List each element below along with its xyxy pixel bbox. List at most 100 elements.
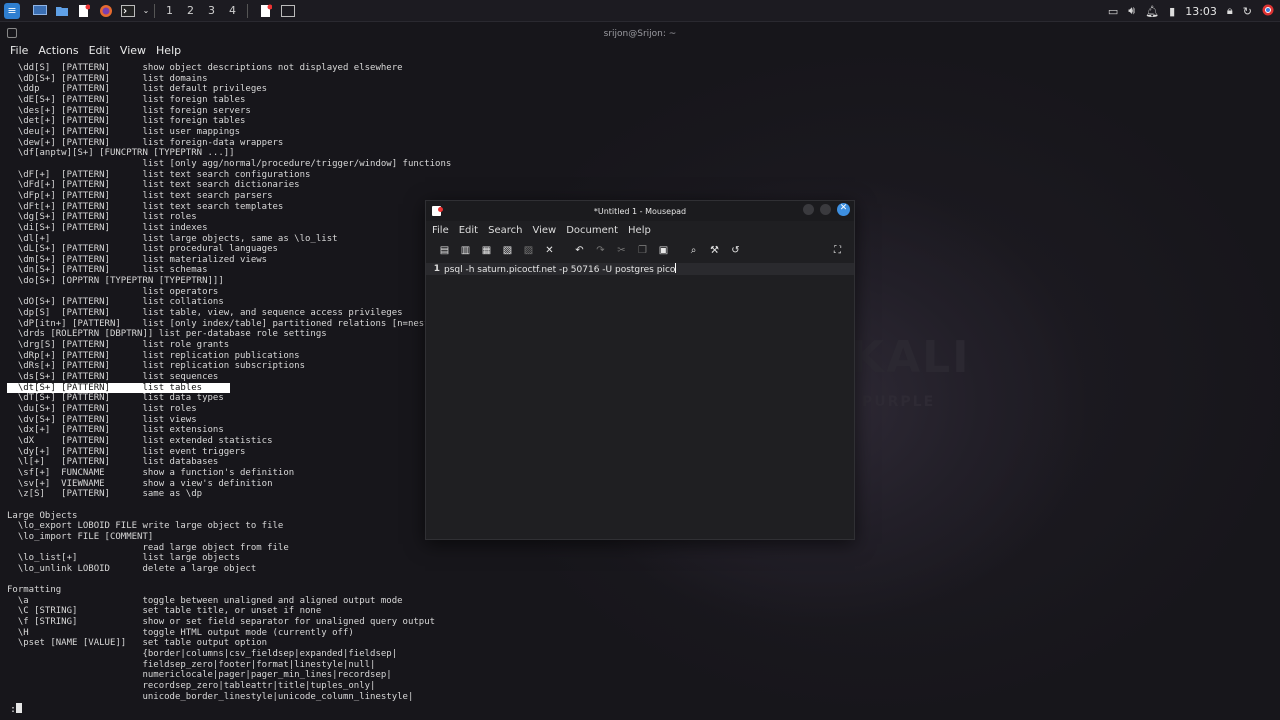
menu-file[interactable]: File [10, 44, 28, 60]
terminal-line: \pset [NAME [VALUE]] set table output op… [7, 638, 268, 649]
goto-line-icon[interactable]: ↺ [725, 242, 746, 258]
chevron-down-icon[interactable]: ⌄ [142, 3, 150, 19]
system-tray: ▭ 🔊︎ 🔔︎ ▮ 13:03 🔒︎ ↻ [1108, 0, 1274, 22]
editor-area[interactable]: 1 psql -h saturn.picoctf.net -p 50716 -U… [426, 261, 854, 531]
editor-text[interactable]: psql -h saturn.picoctf.net -p 50716 -U p… [442, 263, 677, 275]
panel-separator [247, 3, 248, 18]
open-file-icon[interactable]: ▦ [476, 242, 497, 258]
taskbar-terminal-icon[interactable] [280, 3, 296, 19]
battery-icon[interactable]: ▮ [1169, 5, 1175, 18]
file-manager-icon[interactable] [54, 3, 70, 19]
mousepad-titlebar[interactable]: *Untitled 1 - Mousepad ✕ [426, 201, 854, 221]
minimize-button[interactable] [803, 204, 814, 215]
cut-icon[interactable]: ✂ [611, 242, 632, 258]
terminal-line: list [only agg/normal/procedure/trigger/… [7, 158, 452, 169]
terminal-line: \H toggle HTML output mode (currently of… [7, 627, 354, 638]
desktop-icon[interactable] [32, 3, 48, 19]
notification-bell-icon[interactable]: 🔔︎ [1145, 5, 1159, 18]
terminal-line: \dE[S+] [PATTERN] list foreign tables [7, 94, 246, 105]
copy-icon[interactable]: ❐ [632, 242, 653, 258]
mousepad-window: *Untitled 1 - Mousepad ✕ File Edit Searc… [425, 200, 855, 540]
mousepad-menubar: File Edit Search View Document Help [426, 221, 854, 239]
terminal-window-icon [7, 28, 17, 38]
terminal-line: fieldsep_zero|footer|format|linestyle|nu… [7, 659, 376, 670]
menu-view[interactable]: View [120, 44, 146, 60]
terminal-line: \lo_list[+] list large objects [7, 553, 240, 564]
display-icon[interactable]: ▭ [1108, 5, 1118, 18]
lock-icon[interactable]: 🔒︎ [1227, 4, 1233, 18]
terminal-line: \dew[+] [PATTERN] list foreign-data wrap… [7, 137, 284, 148]
maximize-button[interactable] [820, 204, 831, 215]
terminal-line: \dd[S] [PATTERN] show object description… [7, 63, 403, 73]
terminal-line: \df[anptw][S+] [FUNCPTRN [TYPEPTRN ...]] [7, 148, 235, 159]
menu-help[interactable]: Help [156, 44, 181, 60]
app-menu-icon[interactable]: ≡ [4, 2, 20, 19]
text-editor-icon[interactable] [76, 3, 92, 19]
mp-menu-edit[interactable]: Edit [459, 225, 478, 236]
background-logo-sub: PURPLE [862, 394, 936, 410]
terminal-line: \det[+] [PATTERN] list foreign tables [7, 116, 246, 127]
text-caret [675, 263, 677, 273]
close-tab-icon[interactable]: ✕ [539, 242, 560, 258]
menu-actions[interactable]: Actions [38, 44, 78, 60]
save-icon[interactable]: ▧ [497, 242, 518, 258]
save-as-icon[interactable]: ▨ [518, 242, 539, 258]
top-panel: ≡ ⌄ 1 2 3 4 ▭ 🔊︎ 🔔︎ ▮ 13:03 🔒︎ ↻ [0, 0, 1280, 22]
terminal-line: \dFd[+] [PATTERN] list text search dicti… [7, 180, 300, 191]
terminal-title: srijon@Srijon: ~ [603, 29, 677, 39]
mousepad-app-icon [432, 206, 443, 216]
mp-menu-search[interactable]: Search [488, 225, 522, 236]
undo-icon[interactable]: ↶ [569, 242, 590, 258]
terminal-line: \f [STRING] show or set field separator … [7, 617, 436, 628]
terminal-line: Formatting [7, 585, 62, 596]
close-button[interactable]: ✕ [837, 203, 850, 216]
line-number: 1 [433, 264, 440, 274]
terminal-line: \lo_unlink LOBOID delete a large object [7, 563, 257, 574]
fullscreen-icon[interactable]: ⛶ [827, 242, 848, 258]
terminal-line: unicode_border_linestyle|unicode_column_… [7, 691, 414, 702]
mp-menu-help[interactable]: Help [628, 225, 651, 236]
clock[interactable]: 13:03 [1185, 5, 1217, 18]
terminal-line: \dF[+] [PATTERN] list text search config… [7, 169, 311, 180]
refresh-icon[interactable]: ↻ [1243, 5, 1252, 18]
editor-text-content: psql -h saturn.picoctf.net -p 50716 -U p… [444, 265, 676, 275]
find-replace-icon[interactable]: ⚒ [704, 242, 725, 258]
terminal-line: \ddp [PATTERN] list default privileges [7, 84, 268, 95]
workspace-2[interactable]: 2 [180, 4, 201, 17]
mousepad-toolbar: ▤ ▥ ▦ ▧ ▨ ✕ ↶ ↷ ✂ ❐ ▣ ⌕ ⚒ ↺ ⛶ [426, 239, 854, 261]
workspace-3[interactable]: 3 [201, 4, 222, 17]
workspace-4[interactable]: 4 [222, 4, 243, 17]
menu-edit[interactable]: Edit [89, 44, 110, 60]
terminal-icon[interactable] [120, 3, 136, 19]
taskbar-mousepad-icon[interactable] [258, 3, 274, 19]
mousepad-title: *Untitled 1 - Mousepad [593, 206, 687, 216]
mp-menu-view[interactable]: View [532, 225, 556, 236]
editor-current-line[interactable]: 1 psql -h saturn.picoctf.net -p 50716 -U… [426, 263, 854, 275]
terminal-line: \a toggle between unaligned and aligned … [7, 595, 403, 606]
highlighted-text: \dt[S+] [PATTERN] list tables [7, 382, 230, 394]
terminal-line: numericlocale|pager|pager_min_lines|reco… [7, 670, 392, 681]
terminal-line: read large object from file [7, 542, 289, 553]
panel-separator [154, 3, 155, 18]
terminal-line: \C [STRING] set table title, or unset if… [7, 606, 322, 617]
terminal-cursor [16, 703, 23, 713]
terminal-menubar: File Actions Edit View Help [10, 44, 181, 60]
volume-icon[interactable]: 🔊︎ [1128, 4, 1135, 18]
new-window-icon[interactable]: ▥ [455, 242, 476, 258]
new-document-icon[interactable]: ▤ [434, 242, 455, 258]
paste-icon[interactable]: ▣ [653, 242, 674, 258]
redo-icon[interactable]: ↷ [590, 242, 611, 258]
terminal-prompt[interactable]: : [10, 703, 23, 715]
firefox-icon[interactable] [98, 3, 114, 19]
background-logo: KALI [850, 332, 971, 383]
chrome-icon[interactable] [1262, 4, 1274, 19]
terminal-line: {border|columns|csv_fieldsep|expanded|fi… [7, 649, 398, 660]
workspace-1[interactable]: 1 [159, 4, 180, 17]
search-icon[interactable]: ⌕ [683, 242, 704, 258]
terminal-line: \dD[S+] [PATTERN] list domains [7, 73, 208, 84]
terminal-line: \des[+] [PATTERN] list foreign servers [7, 105, 251, 116]
mp-menu-document[interactable]: Document [566, 225, 618, 236]
terminal-line: \deu[+] [PATTERN] list user mappings [7, 126, 240, 137]
mp-menu-file[interactable]: File [432, 225, 449, 236]
